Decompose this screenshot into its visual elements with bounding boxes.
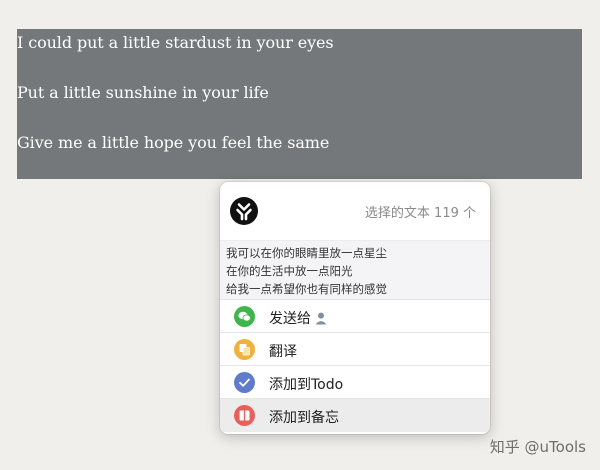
check-icon xyxy=(234,372,255,393)
user-avatar-icon xyxy=(314,311,328,329)
selected-text-block: I could put a little stardust in your ey… xyxy=(17,29,582,179)
menu-item-send-to[interactable]: 发送给 xyxy=(220,300,490,333)
translation-preview: 我可以在你的眼睛里放一点星尘 在你的生活中放一点阳光 给我一点希望你也有同样的感… xyxy=(220,240,490,300)
menu-label-add-to-todo: 添加到Todo xyxy=(269,377,344,393)
preview-line-2: 在你的生活中放一点阳光 xyxy=(226,264,353,278)
wechat-icon xyxy=(234,306,255,327)
menu-item-translate[interactable]: 翻译 xyxy=(220,333,490,366)
preview-line-3: 给我一点希望你也有同样的感觉 xyxy=(226,282,387,296)
menu-item-add-to-memo[interactable]: 添加到备忘 xyxy=(220,399,490,432)
menu-label-send-to: 发送给 xyxy=(269,311,311,327)
menu-item-add-to-todo[interactable]: 添加到Todo xyxy=(220,366,490,399)
translate-icon xyxy=(234,339,255,360)
menu-label-translate: 翻译 xyxy=(269,344,297,360)
selection-count-label: 选择的文本 119 个 xyxy=(364,206,476,221)
selected-line-1: I could put a little stardust in your ey… xyxy=(17,33,334,52)
utools-popup: 选择的文本 119 个 我可以在你的眼睛里放一点星尘 在你的生活中放一点阳光 给… xyxy=(220,182,490,434)
memo-icon xyxy=(234,405,255,426)
watermark: 知乎 @uTools xyxy=(489,438,586,456)
selected-line-3: Give me a little hope you feel the same xyxy=(17,133,330,152)
selected-line-2: Put a little sunshine in your life xyxy=(17,83,269,102)
popup-header: 选择的文本 119 个 xyxy=(220,182,490,240)
utools-logo-icon xyxy=(230,197,258,225)
menu-label-add-to-memo: 添加到备忘 xyxy=(269,410,339,426)
preview-line-1: 我可以在你的眼睛里放一点星尘 xyxy=(226,246,387,260)
